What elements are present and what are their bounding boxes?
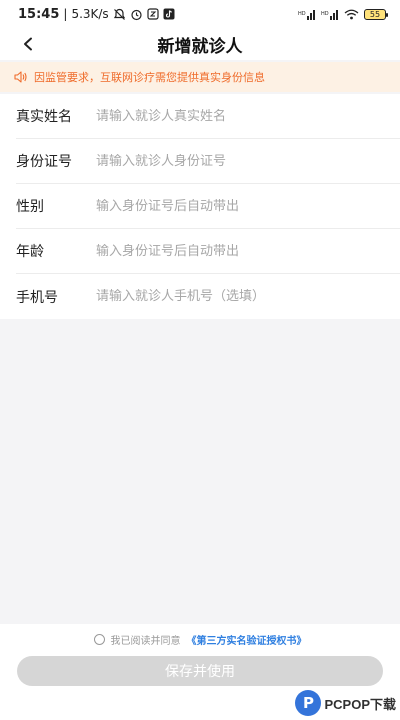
form-row-gender: 性别	[16, 184, 400, 229]
age-field	[96, 243, 384, 259]
form-row-id: 身份证号	[16, 139, 400, 184]
agreement-row: 我已阅读并同意 《第三方实名验证授权书》	[0, 632, 400, 647]
app-notification-icon	[147, 8, 159, 20]
real-name-input[interactable]	[96, 108, 384, 124]
id-number-input[interactable]	[96, 153, 384, 169]
form-row-phone: 手机号	[16, 274, 400, 319]
field-label: 真实姓名	[16, 109, 72, 125]
agreement-link[interactable]: 《第三方实名验证授权书》	[187, 632, 307, 647]
patient-form: 真实姓名 身份证号 性别 年龄 手机号	[0, 94, 400, 319]
page-title: 新增就诊人	[157, 36, 243, 57]
field-label: 年龄	[16, 244, 44, 260]
chevron-left-icon	[22, 37, 34, 51]
signal-icon: HD	[298, 9, 316, 20]
gender-field	[96, 198, 384, 214]
phone-input[interactable]	[96, 289, 384, 304]
tiktok-icon	[163, 8, 175, 20]
wifi-icon	[344, 9, 359, 20]
watermark: P PCPOP下载	[295, 690, 396, 716]
watermark-text: PCPOP下载	[324, 696, 396, 712]
status-time: 15:45	[18, 6, 60, 22]
svg-text:HD: HD	[298, 11, 306, 17]
status-left: 15:45 | 5.3K/s	[18, 7, 175, 22]
form-row-name: 真实姓名	[16, 94, 400, 139]
pcpop-logo-icon: P	[295, 690, 322, 716]
status-right: HD HD 55	[298, 8, 388, 20]
status-bar: 15:45 | 5.3K/s HD HD 55	[0, 0, 400, 28]
alarm-icon	[130, 8, 143, 21]
mute-bell-icon	[113, 8, 126, 21]
status-separator: |	[63, 7, 68, 21]
speaker-icon	[14, 71, 28, 83]
navbar: 新增就诊人	[0, 28, 400, 60]
field-label: 手机号	[16, 289, 58, 306]
signal-icon-2: HD	[321, 9, 339, 20]
save-and-use-button[interactable]: 保存并使用	[17, 656, 383, 686]
agreement-checkbox[interactable]	[93, 634, 105, 645]
notice-text: 因监管要求，互联网诊疗需您提供真实身份信息	[34, 71, 265, 84]
field-label: 身份证号	[16, 154, 72, 170]
back-button[interactable]	[14, 30, 42, 58]
network-speed: 5.3K/s	[71, 7, 109, 21]
battery-icon: 55	[364, 8, 388, 20]
notice-banner: 因监管要求，互联网诊疗需您提供真实身份信息	[0, 62, 400, 92]
bottom-area: 我已阅读并同意 《第三方实名验证授权书》 保存并使用 P PCPOP下载	[0, 624, 400, 720]
agreement-prefix: 我已阅读并同意	[110, 636, 181, 647]
form-row-age: 年龄	[16, 229, 400, 274]
svg-text:HD: HD	[321, 11, 329, 17]
field-label: 性别	[16, 199, 44, 215]
